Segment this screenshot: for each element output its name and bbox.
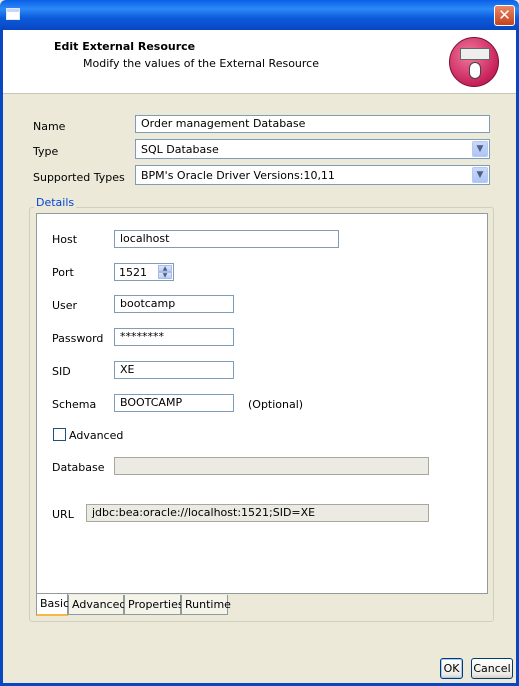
name-label: Name xyxy=(33,120,66,133)
dialog-subtitle: Modify the values of the External Resour… xyxy=(83,57,319,70)
type-select-value: SQL Database xyxy=(141,143,219,156)
tab-basic[interactable]: Basic xyxy=(36,594,69,616)
schema-optional-hint: (Optional) xyxy=(248,398,304,411)
user-label: User xyxy=(52,299,78,312)
sid-input[interactable]: XE xyxy=(114,361,234,379)
user-input[interactable]: bootcamp xyxy=(114,295,234,313)
advanced-checkbox-label[interactable]: Advanced xyxy=(69,429,123,442)
port-value: 1521 xyxy=(119,266,147,279)
tab-properties[interactable]: Properties xyxy=(124,595,184,615)
tab-runtime[interactable]: Runtime xyxy=(181,595,231,615)
host-label: Host xyxy=(52,233,78,246)
supported-types-label: Supported Types xyxy=(33,171,125,184)
supported-types-select[interactable]: BPM's Oracle Driver Versions:10,11 ▼ xyxy=(135,165,490,185)
window-icon xyxy=(6,8,20,20)
chevron-down-icon[interactable]: ▼ xyxy=(472,167,488,183)
password-label: Password xyxy=(52,332,104,345)
mouse-icon xyxy=(469,62,481,79)
sid-label: SID xyxy=(52,365,71,378)
port-label: Port xyxy=(52,266,74,279)
type-select[interactable]: SQL Database ▼ xyxy=(135,139,490,159)
name-input[interactable]: Order management Database xyxy=(135,115,490,133)
database-label: Database xyxy=(52,461,105,474)
type-label: Type xyxy=(33,145,59,158)
keyboard-icon xyxy=(460,48,490,60)
schema-input[interactable]: BOOTCAMP xyxy=(114,394,234,412)
schema-label: Schema xyxy=(52,398,97,411)
database-input[interactable] xyxy=(114,457,429,475)
password-input[interactable]: ******** xyxy=(114,328,234,346)
ok-button[interactable]: OK xyxy=(440,658,463,679)
close-button[interactable]: ✕ xyxy=(494,5,515,26)
title-bar[interactable]: ✕ xyxy=(0,0,519,30)
chevron-down-icon[interactable]: ▼ xyxy=(472,141,488,157)
port-spinner[interactable]: 1521 ▲ ▼ xyxy=(114,263,174,281)
tab-advanced[interactable]: Advanced xyxy=(68,595,126,615)
chevron-down-icon[interactable]: ▼ xyxy=(158,272,172,279)
supported-types-select-value: BPM's Oracle Driver Versions:10,11 xyxy=(141,169,335,182)
dialog-header: Edit External Resource Modify the values… xyxy=(3,30,516,94)
host-input[interactable]: localhost xyxy=(114,230,339,248)
chevron-up-icon[interactable]: ▲ xyxy=(158,265,172,272)
url-label: URL xyxy=(52,508,74,521)
cancel-button[interactable]: Cancel xyxy=(471,658,513,679)
advanced-checkbox[interactable] xyxy=(53,428,66,441)
url-field: jdbc:bea:oracle://localhost:1521;SID=XE xyxy=(86,504,429,522)
dialog-title: Edit External Resource xyxy=(54,40,196,53)
keyboard-mouse-icon xyxy=(449,37,499,87)
details-legend: Details xyxy=(34,196,77,209)
